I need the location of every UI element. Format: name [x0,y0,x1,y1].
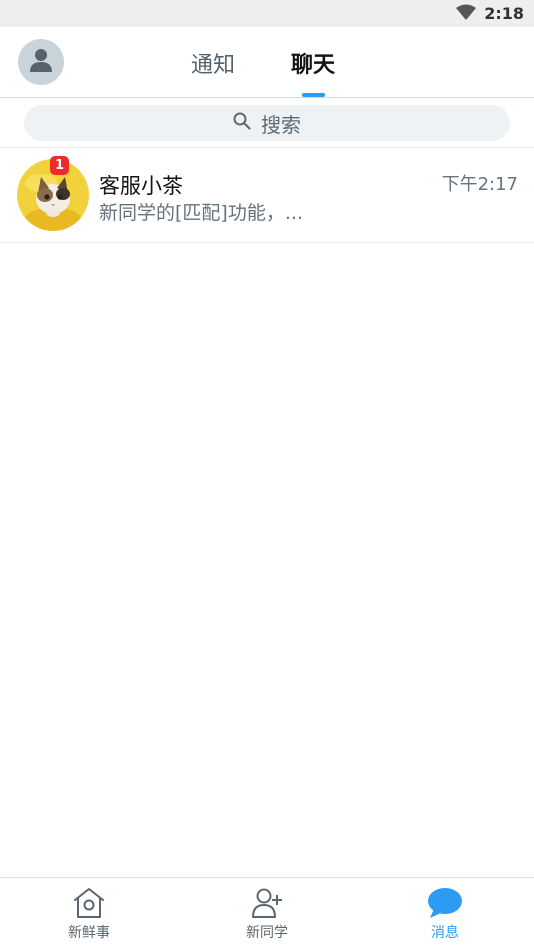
status-time: 2:18 [484,4,524,23]
house-icon [72,886,106,920]
chat-bubble-icon [427,886,463,920]
tab-notifications[interactable]: 通知 [191,47,235,79]
search-icon [233,112,251,134]
nav-label: 新同学 [246,925,288,941]
chat-name: 客服小茶 [99,174,183,198]
search-input[interactable]: 搜索 [24,105,510,141]
add-user-icon [250,886,284,920]
active-tab-indicator [302,93,325,97]
status-bar: 2:18 [0,0,534,27]
profile-avatar[interactable] [18,39,64,85]
header: 通知 聊天 [0,27,534,98]
user-icon [29,47,53,77]
nav-label: 消息 [431,925,459,941]
nav-item-news[interactable]: 新鲜事 [0,878,178,949]
status-icons: 2:18 [456,3,524,24]
search-placeholder: 搜索 [261,112,301,137]
wifi-icon [456,4,477,24]
unread-badge: 1 [50,156,69,175]
nav-item-messages[interactable]: 消息 [356,878,534,949]
tab-chat[interactable]: 聊天 [291,47,335,79]
chat-time: 下午2:17 [441,174,518,195]
search-area: 搜索 [0,98,534,148]
nav-label: 新鲜事 [68,925,110,941]
chat-preview: 新同学的[匹配]功能，... [99,202,303,224]
bottom-nav: 新鲜事 新同学 消息 [0,877,534,949]
chat-list-item[interactable]: 1 客服小茶 下午2:17 新同学的[匹配]功能，... [0,148,534,243]
nav-item-classmates[interactable]: 新同学 [178,878,356,949]
